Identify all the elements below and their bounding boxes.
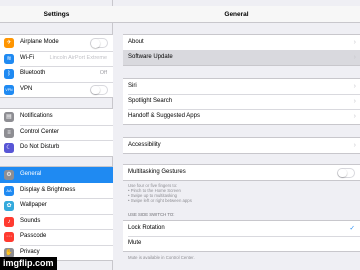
spotlight-search-label: Spotlight Search bbox=[128, 98, 173, 104]
passcode-icon: ⋯ bbox=[4, 232, 14, 242]
page-title: General bbox=[113, 6, 360, 23]
sidebar-item-label: Wi-Fi bbox=[20, 54, 34, 61]
checkmark-icon: ✓ bbox=[349, 225, 355, 232]
chevron-right-icon: › bbox=[353, 113, 356, 120]
mute-footnote: Mute is available in Control Center. bbox=[128, 255, 195, 260]
sidebar-item-label: Notifications bbox=[20, 113, 53, 119]
multitasking-gestures-label: Multitasking Gestures bbox=[128, 169, 186, 175]
sidebar-item-label: Control Center bbox=[20, 128, 60, 135]
sidebar-item-vpn[interactable]: VPN VPN bbox=[0, 81, 113, 98]
multitasking-gestures-row: Multitasking Gestures bbox=[123, 165, 360, 180]
sidebar-group-connectivity: ✈ Airplane Mode ≋ Wi-Fi Lincoln AirPort … bbox=[0, 34, 113, 98]
accessibility-row[interactable]: Accessibility › bbox=[123, 138, 360, 153]
moon-icon: ☾ bbox=[4, 143, 14, 153]
general-pane: General About › Software Update › Siri ›… bbox=[113, 0, 360, 270]
accessibility-label: Accessibility bbox=[128, 142, 161, 148]
sidebar-item-label: Sounds bbox=[20, 217, 41, 224]
lock-rotation-row[interactable]: Lock Rotation ✓ bbox=[123, 221, 360, 236]
sidebar-item-control-center[interactable]: ≡ Control Center bbox=[0, 124, 113, 141]
general-group-about: About › Software Update › bbox=[123, 34, 360, 66]
about-label: About bbox=[128, 39, 144, 45]
sidebar-item-do-not-disturb[interactable]: ☾ Do Not Disturb bbox=[0, 140, 113, 156]
sidebar-item-passcode[interactable]: ⋯ Passcode bbox=[0, 229, 113, 245]
wifi-icon: ≋ bbox=[4, 53, 14, 64]
general-group-search: Siri › Spotlight Search › Handoff & Sugg… bbox=[123, 78, 360, 125]
sidebar-item-label: VPN bbox=[20, 85, 33, 92]
display-icon: AA bbox=[4, 185, 14, 196]
sidebar-item-label: Wallpaper bbox=[20, 202, 47, 208]
sidebar-item-label: Display & Brightness bbox=[20, 186, 76, 193]
control-center-icon: ≡ bbox=[4, 127, 14, 138]
handoff-label: Handoff & Suggested Apps bbox=[128, 113, 200, 119]
gear-icon: ⚙ bbox=[4, 170, 14, 180]
watermark: imgflip.com bbox=[0, 257, 57, 270]
chevron-right-icon: › bbox=[353, 54, 356, 61]
wallpaper-icon: ✿ bbox=[4, 201, 14, 211]
sidebar-group-notifications: ▤ Notifications ≡ Control Center ☾ Do No… bbox=[0, 108, 113, 157]
wifi-network-value: Lincoln AirPort Extreme bbox=[49, 54, 107, 61]
general-group-side-switch: Lock Rotation ✓ Mute bbox=[123, 220, 360, 252]
sidebar-item-label: Privacy bbox=[20, 248, 40, 255]
siri-row[interactable]: Siri › bbox=[123, 79, 360, 94]
vpn-toggle[interactable] bbox=[90, 84, 108, 95]
sidebar-item-label: Do Not Disturb bbox=[20, 144, 60, 150]
mute-row[interactable]: Mute bbox=[123, 236, 360, 251]
settings-sidebar: Settings ✈ Airplane Mode ≋ Wi-Fi Lincoln… bbox=[0, 0, 113, 270]
chevron-right-icon: › bbox=[353, 83, 356, 90]
sidebar-item-display-brightness[interactable]: AA Display & Brightness bbox=[0, 183, 113, 199]
software-update-row[interactable]: Software Update › bbox=[123, 50, 360, 65]
general-group-multitasking: Multitasking Gestures bbox=[123, 164, 360, 181]
footnote-line: • Swipe left or right between apps bbox=[128, 198, 192, 203]
software-update-label: Software Update bbox=[128, 54, 173, 60]
sidebar-group-general: ⚙ General AA Display & Brightness ✿ Wall… bbox=[0, 166, 113, 261]
notifications-icon: ▤ bbox=[4, 112, 14, 122]
privacy-icon: ✋ bbox=[4, 247, 14, 258]
sidebar-item-sounds[interactable]: ♪ Sounds bbox=[0, 213, 113, 230]
mute-label: Mute bbox=[128, 240, 142, 246]
sounds-icon: ♪ bbox=[4, 216, 14, 227]
sidebar-item-notifications[interactable]: ▤ Notifications bbox=[0, 109, 113, 125]
chevron-right-icon: › bbox=[353, 142, 356, 149]
handoff-row[interactable]: Handoff & Suggested Apps › bbox=[123, 109, 360, 124]
sidebar-item-wallpaper[interactable]: ✿ Wallpaper bbox=[0, 198, 113, 214]
sidebar-item-airplane-mode[interactable]: ✈ Airplane Mode bbox=[0, 35, 113, 51]
sidebar-title: Settings bbox=[0, 6, 113, 23]
sidebar-item-label: Bluetooth bbox=[20, 70, 46, 76]
sidebar-item-general[interactable]: ⚙ General bbox=[0, 167, 113, 183]
general-group-accessibility: Accessibility › bbox=[123, 137, 360, 154]
vpn-icon: VPN bbox=[4, 84, 14, 95]
spotlight-search-row[interactable]: Spotlight Search › bbox=[123, 94, 360, 109]
airplane-icon: ✈ bbox=[4, 38, 14, 48]
bluetooth-icon: ᛒ bbox=[4, 69, 14, 79]
sidebar-item-label: Passcode bbox=[20, 233, 47, 239]
sidebar-item-wifi[interactable]: ≋ Wi-Fi Lincoln AirPort Extreme bbox=[0, 50, 113, 67]
airplane-mode-toggle[interactable] bbox=[90, 38, 108, 48]
sidebar-item-bluetooth[interactable]: ᛒ Bluetooth Off bbox=[0, 66, 113, 82]
bluetooth-value: Off bbox=[99, 70, 107, 76]
chevron-right-icon: › bbox=[353, 98, 356, 105]
chevron-right-icon: › bbox=[353, 39, 356, 46]
lock-rotation-label: Lock Rotation bbox=[128, 225, 165, 231]
multitasking-gestures-toggle[interactable] bbox=[337, 167, 355, 178]
side-switch-section-label: USE SIDE SWITCH TO: bbox=[128, 212, 175, 217]
sidebar-item-label: General bbox=[20, 171, 42, 177]
siri-label: Siri bbox=[128, 83, 137, 89]
about-row[interactable]: About › bbox=[123, 35, 360, 50]
multitasking-footnote: Use four or five fingers to: • Pinch to … bbox=[128, 183, 192, 203]
sidebar-item-label: Airplane Mode bbox=[20, 39, 59, 45]
